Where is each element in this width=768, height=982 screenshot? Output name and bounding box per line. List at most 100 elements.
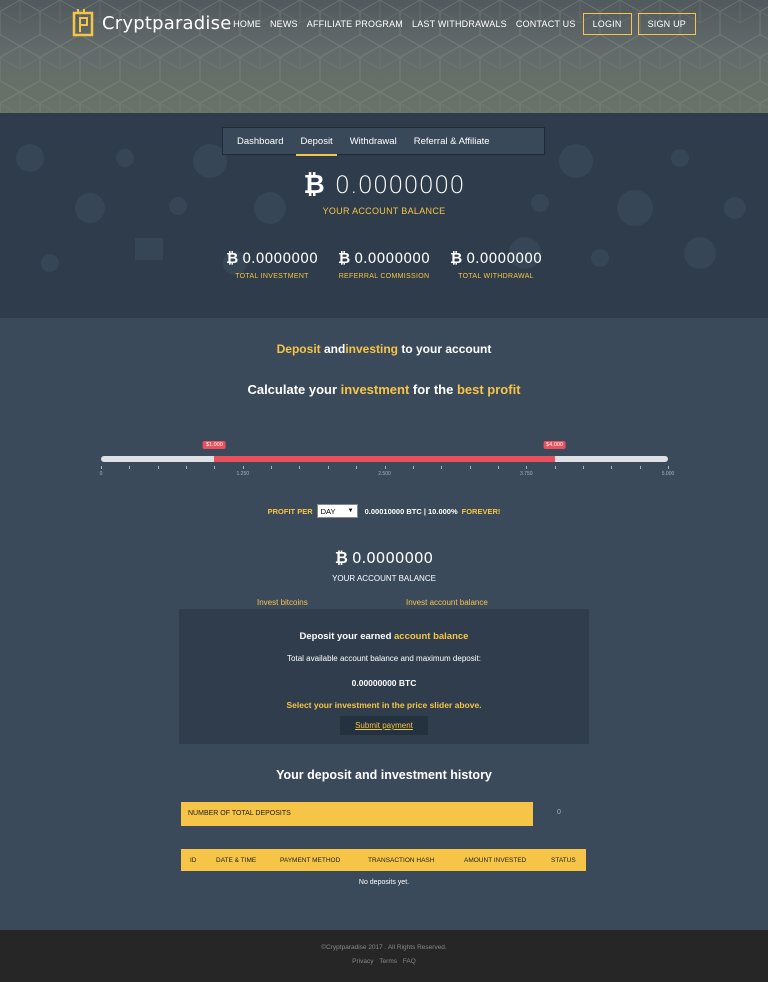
stat-total-withdrawal: ₿ 0.0000000 TOTAL WITHDRAWAL — [444, 249, 548, 280]
nav-home[interactable]: HOME — [233, 19, 261, 29]
bitcoin-icon: ₿ — [450, 249, 463, 267]
site-header: Cryptparadise HOME NEWS AFFILIATE PROGRA… — [0, 0, 768, 113]
copyright: ©Cryptparadise 2017 . All Rights Reserve… — [321, 944, 447, 951]
footer-link-privacy[interactable]: Privacy — [352, 958, 373, 965]
nav-last-withdrawals[interactable]: LAST WITHDRAWALS — [412, 19, 507, 29]
account-balance-label: YOUR ACCOUNT BALANCE — [322, 206, 446, 216]
tab-deposit[interactable]: Deposit — [296, 136, 337, 156]
slider-tick — [611, 466, 613, 469]
brand-name: Cryptparadise — [102, 12, 232, 34]
nav-contact-us[interactable]: CONTACT US — [516, 19, 576, 29]
slider-tick — [186, 466, 188, 469]
slider-tick — [214, 466, 216, 469]
stat-value: 0.0000000 — [466, 251, 542, 267]
heading-part: and — [320, 342, 346, 356]
column-id: ID — [190, 857, 197, 864]
submit-payment-button[interactable]: Submit payment — [340, 716, 428, 735]
slider-tick-label: 3.750 — [519, 471, 533, 477]
slider-tick — [356, 466, 358, 469]
profit-forever: FOREVER! — [461, 506, 501, 516]
nav-affiliate-program[interactable]: AFFILIATE PROGRAM — [307, 19, 403, 29]
deposit-section: Deposit andinvesting to your account Cal… — [0, 318, 768, 930]
deposit-heading: Deposit andinvesting to your account — [0, 342, 768, 356]
bitcoin-icon: ₿ — [334, 548, 348, 567]
account-balance-value: 0.0000000 — [351, 549, 434, 567]
heading-part: Deposit — [276, 342, 321, 356]
slider-tick — [299, 466, 301, 469]
brand-logo[interactable]: Cryptparadise — [72, 8, 231, 38]
profit-value: 0.00010000 BTC | 10.000% — [364, 506, 458, 516]
heading-part: investing — [345, 342, 399, 356]
column-amount-invested: AMOUNT INVESTED — [464, 857, 527, 864]
tab-withdrawal[interactable]: Withdrawal — [350, 136, 397, 147]
column-payment-method: PAYMENT METHOD — [280, 857, 341, 864]
slider-tick — [327, 466, 329, 469]
slider-tick — [129, 466, 131, 469]
tab-invest-bitcoins[interactable]: Invest bitcoins — [257, 598, 308, 607]
footer-link-faq[interactable]: FAQ — [403, 958, 416, 965]
total-deposits-bar: NUMBER OF TOTAL DEPOSITS — [181, 802, 533, 826]
history-table-header: ID DATE & TIME PAYMENT METHOD TRANSACTIO… — [181, 849, 586, 871]
dropdown-arrow-icon: ▼ — [347, 508, 354, 514]
total-deposits-count: 0 — [557, 809, 561, 816]
slider-tick — [639, 466, 641, 469]
stat-label: TOTAL INVESTMENT — [235, 273, 309, 280]
slider-min-handle[interactable]: $1.000 — [202, 441, 226, 449]
slider-hint: Select your investment in the price slid… — [286, 700, 482, 710]
profit-period-select[interactable]: DAY ▼ — [316, 504, 358, 518]
stat-value: 0.0000000 — [242, 251, 318, 267]
column-transaction-hash: TRANSACTION HASH — [368, 857, 435, 864]
slider-max-handle[interactable]: $4.000 — [543, 441, 567, 449]
column-date-time: DATE & TIME — [216, 857, 257, 864]
bitcoin-icon: ₿ — [338, 249, 351, 267]
tab-referral-affiliate[interactable]: Referral & Affiliate — [414, 136, 490, 147]
footer-link-terms[interactable]: Terms — [379, 958, 397, 965]
slider-tick — [384, 466, 386, 469]
account-balance-label: YOUR ACCOUNT BALANCE — [332, 574, 436, 583]
slider-tick — [242, 466, 244, 469]
slider-tick-label: 0 — [99, 471, 103, 477]
slider-tick-label: 1.250 — [236, 471, 250, 477]
balance-stats: ₿ 0.0000000 TOTAL INVESTMENT ₿ 0.0000000 R… — [0, 249, 768, 280]
selected-period: DAY — [320, 506, 336, 516]
logo-icon — [72, 9, 94, 37]
stat-total-investment: ₿ 0.0000000 TOTAL INVESTMENT — [220, 249, 324, 280]
deposit-balance-box: Deposit your earned account balance Tota… — [179, 609, 589, 744]
slider-tick — [412, 466, 414, 469]
account-balance-display: ₿ 0.0000000 YOUR ACCOUNT BALANCE — [0, 169, 768, 216]
available-amount: 0.00000000 BTC — [351, 678, 417, 688]
slider-tick — [157, 466, 159, 469]
slider-tick — [441, 466, 443, 469]
calculator-heading: Calculate your investment for the best p… — [0, 382, 768, 397]
history-title: Your deposit and investment history — [276, 768, 492, 782]
login-button[interactable]: LOGIN — [582, 13, 632, 35]
heading-part: best profit — [456, 382, 521, 397]
slider-selected-range — [214, 456, 555, 462]
slider-tick-label: 2.500 — [378, 471, 391, 477]
box-description: Total available account balance and maxi… — [287, 654, 481, 663]
account-balance-summary: ₿ 0.0000000 YOUR ACCOUNT BALANCE — [0, 548, 768, 583]
profit-per-label: PROFIT PER — [267, 506, 313, 516]
signup-button[interactable]: SIGN UP — [637, 13, 696, 35]
slider-tick-label: 5.000 — [661, 471, 675, 477]
slider-tick — [469, 466, 471, 469]
tab-dashboard[interactable]: Dashboard — [237, 136, 283, 147]
slider-tick — [554, 466, 556, 469]
stat-label: TOTAL WITHDRAWAL — [458, 273, 534, 280]
slider-tick — [497, 466, 499, 469]
slider-tick — [271, 466, 273, 469]
slider-tick — [101, 466, 102, 469]
empty-table-message: No deposits yet. — [358, 879, 410, 886]
box-title-part: Deposit your earned — [299, 631, 395, 642]
stat-label: REFERRAL COMMISSION — [338, 273, 430, 280]
dashboard-tabs: Dashboard Deposit Withdrawal Referral & … — [222, 127, 545, 156]
footer-links: Privacy Terms FAQ — [0, 958, 768, 965]
main-nav: HOME NEWS AFFILIATE PROGRAM LAST WITHDRA… — [224, 13, 696, 35]
box-title: Deposit your earned account balance — [179, 631, 589, 642]
heading-part: Calculate your — [247, 382, 341, 397]
nav-news[interactable]: NEWS — [270, 19, 298, 29]
tab-invest-account-balance[interactable]: Invest account balance — [406, 598, 488, 607]
heading-part: for the — [409, 382, 457, 397]
slider-tick — [526, 466, 528, 469]
box-title-part: account balance — [394, 631, 469, 642]
